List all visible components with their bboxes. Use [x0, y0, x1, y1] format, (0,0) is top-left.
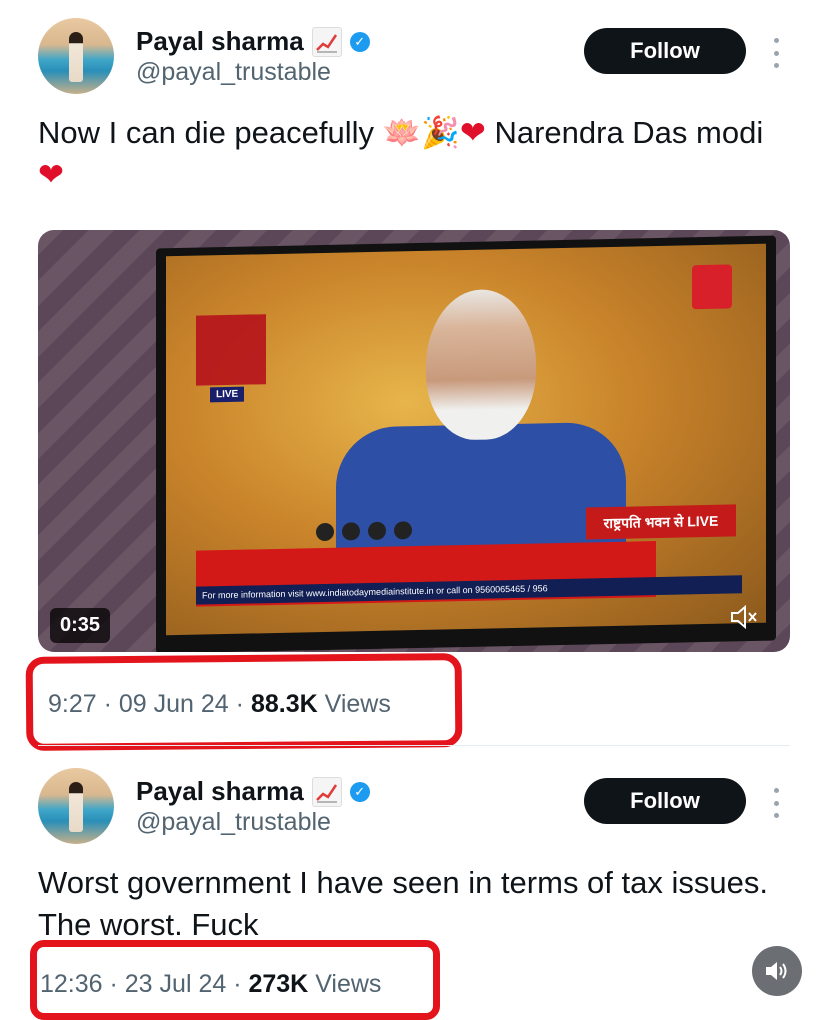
more-options-icon[interactable]: [770, 38, 782, 68]
chart-increasing-icon: [311, 26, 342, 57]
sound-icon[interactable]: [752, 946, 802, 996]
tweet-text: Worst government I have seen in terms of…: [38, 865, 768, 942]
author-row: Payal sharma ✓: [136, 26, 370, 57]
tweet-2: Payal sharma ✓ @payal_trustable Follow W…: [0, 748, 828, 1020]
author-row: Payal sharma ✓: [136, 776, 370, 807]
chart-increasing-icon: [311, 776, 342, 807]
red-highlight-circle: [30, 940, 440, 1020]
channel-logo: [692, 264, 732, 310]
verified-badge-icon: ✓: [349, 31, 370, 52]
channel-tag: [196, 314, 266, 386]
tweet-text-part: Narendra Das modi: [485, 115, 764, 150]
author-name[interactable]: Payal sharma: [136, 26, 304, 57]
emoji-lotus-party: 🪷🎉: [382, 115, 460, 150]
follow-button[interactable]: Follow: [584, 778, 746, 824]
tweet-1: Payal sharma ✓ @payal_trustable Follow N…: [0, 0, 828, 751]
video-frame: LIVE राष्ट्रपति भवन से LIVE For more inf…: [166, 243, 766, 636]
tweet-divider: [38, 745, 790, 746]
heart-icon: ❤: [459, 115, 486, 150]
video-duration: 0:35: [50, 608, 111, 643]
speaker-head: [426, 288, 536, 441]
author-handle[interactable]: @payal_trustable: [136, 808, 331, 837]
red-highlight-circle: [25, 653, 463, 751]
author-name[interactable]: Payal sharma: [136, 776, 304, 807]
author-handle[interactable]: @payal_trustable: [136, 58, 331, 87]
verified-badge-icon: ✓: [349, 781, 370, 802]
tweet-text: Now I can die peacefully 🪷🎉❤ Narendra Da…: [38, 112, 788, 196]
tv-frame: LIVE राष्ट्रपति भवन से LIVE For more inf…: [156, 235, 776, 652]
avatar[interactable]: [38, 768, 114, 844]
tweet-text-part: Now I can die peacefully: [38, 115, 383, 150]
video-player[interactable]: LIVE राष्ट्रपति भवन से LIVE For more inf…: [38, 230, 790, 652]
heart-icon: ❤: [38, 157, 64, 192]
follow-button[interactable]: Follow: [584, 28, 746, 74]
avatar[interactable]: [38, 18, 114, 94]
more-options-icon[interactable]: [770, 788, 782, 818]
live-banner: राष्ट्रपति भवन से LIVE: [586, 504, 736, 540]
microphones: [316, 521, 436, 544]
mute-icon[interactable]: [726, 602, 762, 632]
live-tag: LIVE: [210, 386, 245, 403]
